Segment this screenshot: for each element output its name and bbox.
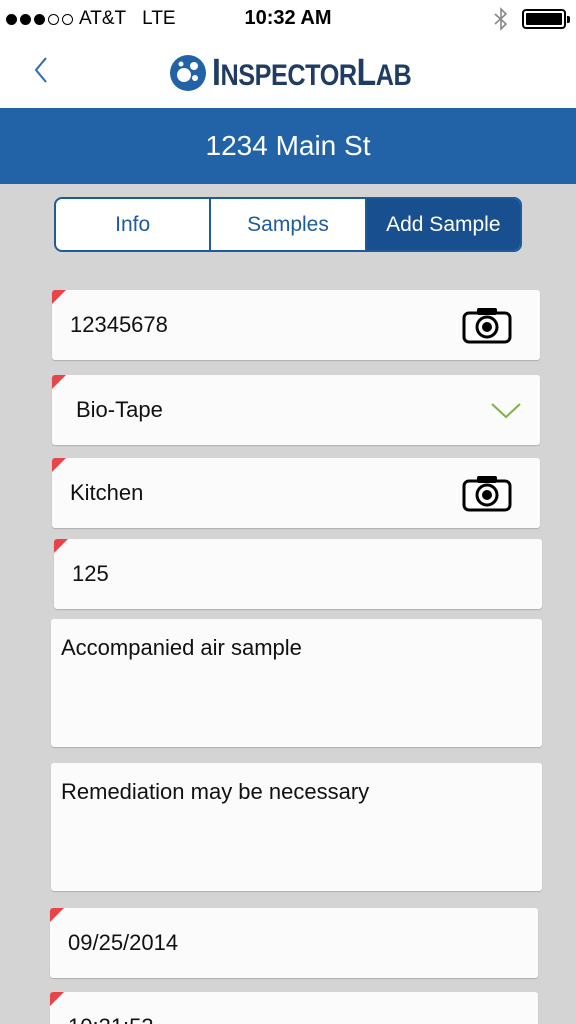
- camera-icon[interactable]: [462, 306, 512, 344]
- date-value: 09/25/2014: [68, 930, 179, 955]
- tab-bar: Info Samples Add Sample: [54, 197, 522, 252]
- chevron-left-icon[interactable]: [30, 52, 54, 88]
- sample-type-select[interactable]: Bio-Tape: [52, 375, 540, 445]
- tab-info[interactable]: Info: [56, 199, 209, 250]
- comments-textarea[interactable]: Remediation may be necessary: [51, 763, 542, 891]
- required-marker: [50, 992, 64, 1006]
- required-marker: [52, 290, 66, 304]
- required-marker: [52, 458, 66, 472]
- volume-field[interactable]: 125: [54, 539, 542, 609]
- tab-add-sample[interactable]: Add Sample: [364, 199, 520, 250]
- date-field[interactable]: 09/25/2014: [50, 908, 538, 978]
- notes-value: Accompanied air sample: [61, 635, 302, 660]
- app-header: INSPECTORLAB: [0, 38, 576, 108]
- required-marker: [52, 375, 66, 389]
- volume-value: 125: [72, 561, 109, 586]
- address-banner: 1234 Main St: [0, 108, 576, 184]
- logo: INSPECTORLAB: [168, 48, 449, 98]
- location-value: Kitchen: [70, 480, 144, 505]
- location-field[interactable]: Kitchen: [52, 458, 540, 528]
- inspectorlab-logo-icon: [170, 55, 206, 91]
- sample-id-value: 12345678: [70, 312, 168, 337]
- sample-type-value: Bio-Tape: [76, 397, 163, 422]
- bluetooth-icon: [494, 7, 508, 31]
- time-field[interactable]: 10:31:53: [50, 992, 538, 1024]
- comments-value: Remediation may be necessary: [61, 779, 370, 804]
- chevron-down-icon[interactable]: [490, 400, 522, 420]
- address-title: 1234 Main St: [205, 130, 371, 161]
- time-value: 10:31:53: [68, 992, 154, 1024]
- required-marker: [50, 908, 64, 922]
- status-right: [494, 7, 570, 31]
- status-time: 10:32 AM: [244, 7, 332, 29]
- status-bar: AT&T LTE 10:32 AM: [0, 0, 576, 38]
- required-marker: [54, 539, 68, 553]
- battery-icon: [522, 9, 570, 29]
- camera-icon[interactable]: [462, 474, 512, 512]
- tab-label: Samples: [247, 212, 329, 236]
- logo-text: INSPECTORLAB: [212, 51, 412, 94]
- tab-samples[interactable]: Samples: [209, 199, 364, 250]
- sample-id-field[interactable]: 12345678: [52, 290, 540, 360]
- tab-label: Add Sample: [386, 212, 501, 236]
- notes-textarea[interactable]: Accompanied air sample: [51, 619, 542, 747]
- tab-label: Info: [115, 212, 151, 236]
